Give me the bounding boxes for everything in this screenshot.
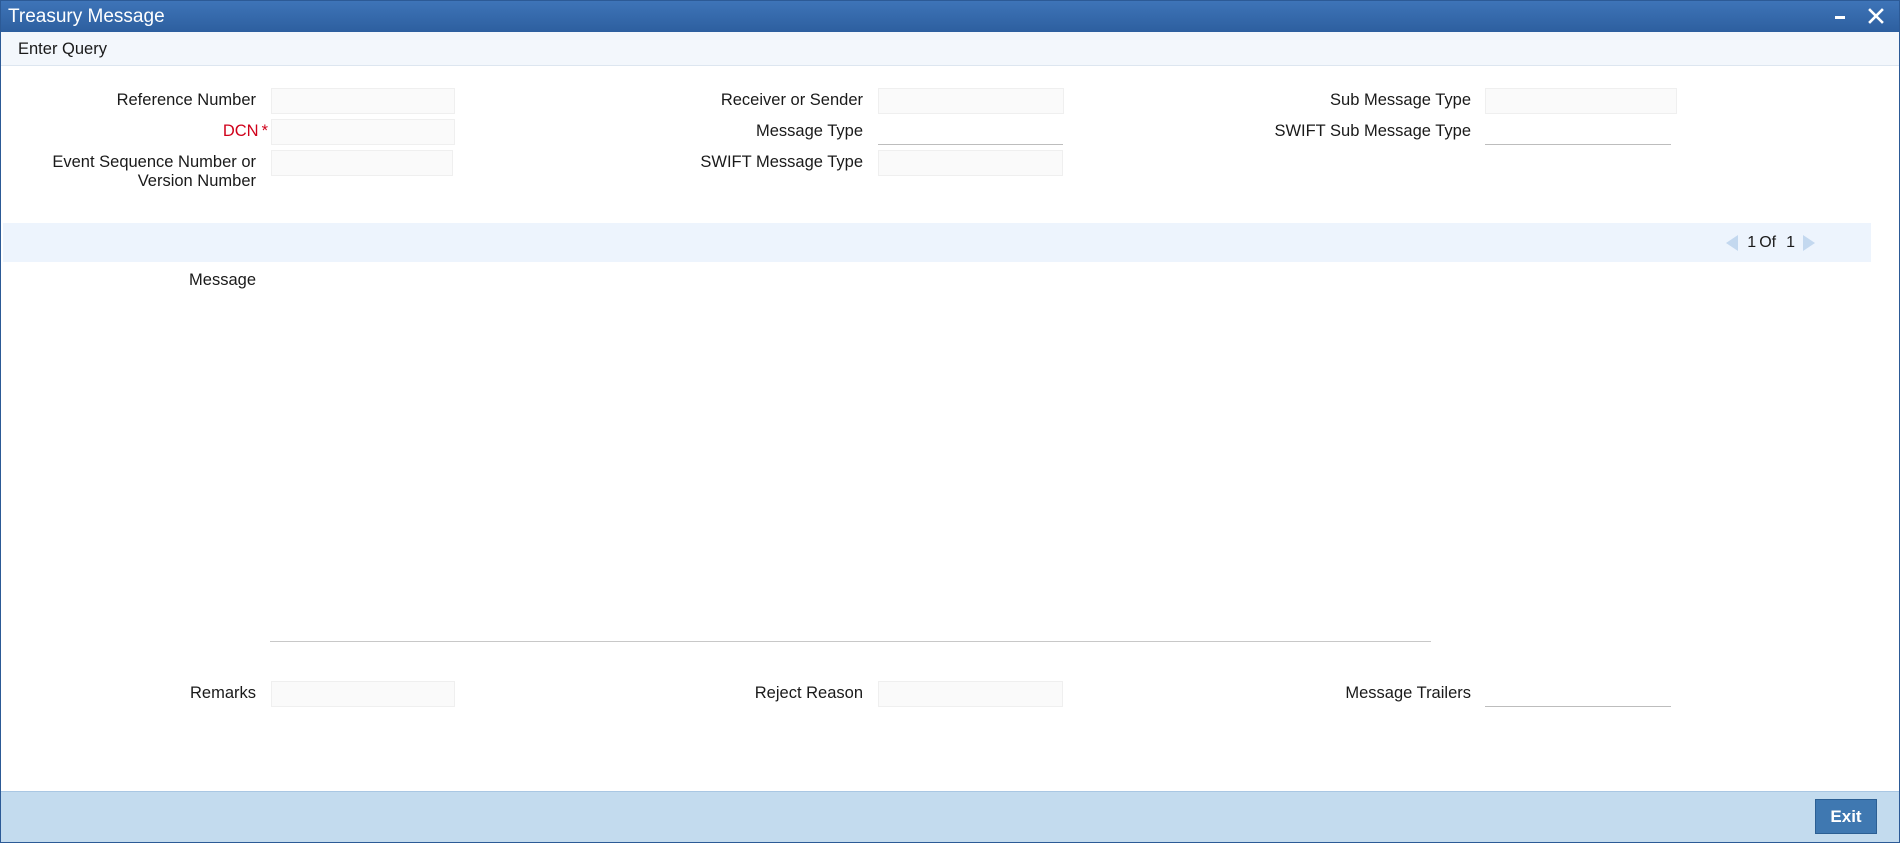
- triangle-right-icon[interactable]: [1803, 235, 1815, 251]
- message-trailers-label: Message Trailers: [1345, 684, 1471, 702]
- dcn-label-text: DCN: [222, 122, 259, 140]
- swift-sub-message-type-input[interactable]: [1485, 119, 1671, 144]
- reject-reason-input[interactable]: [879, 682, 1062, 706]
- message-trailers-input[interactable]: [1485, 681, 1671, 706]
- required-marker: *: [261, 122, 268, 140]
- sub-message-type-field[interactable]: [1485, 88, 1677, 114]
- triangle-left-icon[interactable]: [1726, 235, 1739, 251]
- close-icon[interactable]: [1863, 3, 1889, 29]
- window-title: Treasury Message: [8, 6, 165, 27]
- event-sequence-label-line1: Event Sequence Number or: [52, 153, 256, 171]
- sub-message-type-label: Sub Message Type: [1330, 91, 1471, 109]
- footer-bar: Exit: [1, 791, 1899, 842]
- toolbar: Enter Query: [1, 32, 1899, 66]
- event-sequence-field[interactable]: [271, 150, 453, 176]
- reference-number-label: Reference Number: [116, 91, 256, 109]
- swift-message-type-field[interactable]: [878, 150, 1063, 176]
- exit-button[interactable]: Exit: [1815, 799, 1877, 834]
- pager-of-label: Of: [1759, 234, 1777, 251]
- message-textarea[interactable]: [270, 269, 1431, 642]
- event-sequence-input[interactable]: [272, 151, 452, 175]
- pager-total: 1: [1786, 234, 1795, 251]
- reference-number-input[interactable]: [272, 89, 454, 113]
- dcn-label: DCN *: [21, 122, 268, 141]
- swift-message-type-label: SWIFT Message Type: [700, 153, 863, 171]
- message-trailers-field[interactable]: [1485, 681, 1671, 707]
- message-type-label: Message Type: [755, 122, 863, 140]
- record-navigation-bar: 1 Of 1: [3, 223, 1871, 262]
- remarks-field[interactable]: [271, 681, 455, 707]
- treasury-message-window: Treasury Message Enter Query Reference N…: [0, 0, 1900, 843]
- event-sequence-label: Event Sequence Number or Version Number: [21, 153, 256, 191]
- dcn-field[interactable]: [271, 119, 455, 145]
- remarks-label: Remarks: [189, 684, 256, 702]
- message-type-input[interactable]: [878, 119, 1063, 144]
- pager: 1 Of 1: [1726, 234, 1815, 252]
- dcn-input[interactable]: [272, 120, 454, 144]
- reject-reason-field[interactable]: [878, 681, 1063, 707]
- enter-query-button[interactable]: Enter Query: [18, 40, 107, 59]
- minimize-icon[interactable]: [1827, 3, 1853, 29]
- remarks-input[interactable]: [272, 682, 454, 706]
- reject-reason-label: Reject Reason: [754, 684, 863, 702]
- swift-sub-message-type-field[interactable]: [1485, 119, 1671, 145]
- swift-sub-message-type-label: SWIFT Sub Message Type: [1274, 122, 1471, 140]
- message-type-field[interactable]: [878, 119, 1063, 145]
- pager-current: 1: [1747, 234, 1757, 251]
- receiver-or-sender-input[interactable]: [879, 89, 1063, 113]
- sub-message-type-input[interactable]: [1486, 89, 1676, 113]
- reference-number-field[interactable]: [271, 88, 455, 114]
- receiver-or-sender-label: Receiver or Sender: [720, 91, 863, 109]
- event-sequence-label-line2: Version Number: [137, 172, 256, 190]
- swift-message-type-input[interactable]: [879, 151, 1062, 175]
- message-label: Message: [189, 271, 256, 289]
- title-bar: Treasury Message: [1, 1, 1899, 32]
- receiver-or-sender-field[interactable]: [878, 88, 1064, 114]
